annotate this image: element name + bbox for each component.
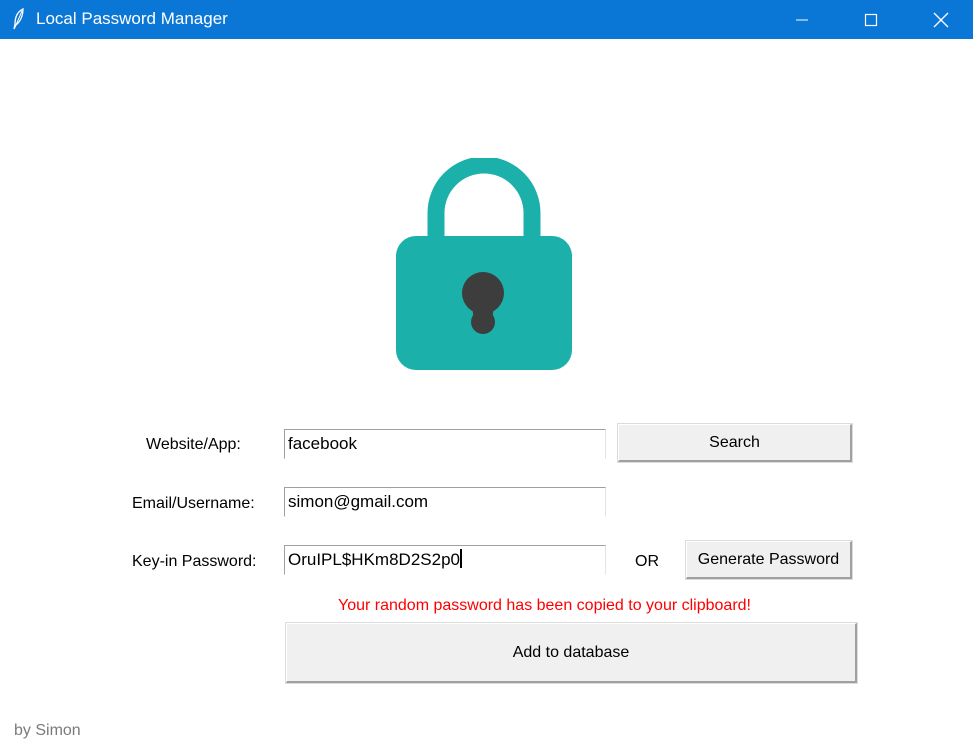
title-bar: Local Password Manager bbox=[0, 0, 973, 39]
credit-text: by Simon bbox=[14, 722, 81, 739]
password-value: OruIPL$HKm8D2S2p0 bbox=[288, 550, 460, 569]
close-icon bbox=[933, 12, 949, 27]
search-button[interactable]: Search bbox=[618, 424, 852, 462]
website-label: Website/App: bbox=[146, 436, 241, 453]
generate-password-label: Generate Password bbox=[697, 550, 840, 568]
close-button[interactable] bbox=[918, 0, 964, 39]
password-label: Key-in Password: bbox=[132, 553, 257, 570]
generate-password-button[interactable]: Generate Password bbox=[686, 541, 852, 579]
window-title: Local Password Manager bbox=[36, 9, 228, 28]
padlock-icon bbox=[396, 158, 572, 370]
website-value: facebook bbox=[288, 434, 357, 453]
maximize-button[interactable] bbox=[848, 0, 894, 39]
text-caret bbox=[459, 549, 462, 568]
status-message: Your random password has been copied to … bbox=[338, 597, 751, 614]
minimize-icon bbox=[796, 19, 808, 20]
add-to-database-label: Add to database bbox=[512, 643, 630, 661]
email-label: Email/Username: bbox=[132, 495, 255, 512]
email-value: simon@gmail.com bbox=[288, 492, 429, 511]
search-button-label: Search bbox=[709, 433, 760, 451]
feather-icon bbox=[13, 8, 24, 30]
minimize-button[interactable] bbox=[779, 0, 825, 39]
or-label: OR bbox=[635, 553, 659, 570]
app-window: Local Password Manager Website/App: face… bbox=[0, 0, 973, 753]
password-input[interactable]: OruIPL$HKm8D2S2p0 bbox=[284, 545, 606, 575]
website-input[interactable]: facebook bbox=[284, 429, 606, 459]
add-to-database-button[interactable]: Add to database bbox=[286, 623, 857, 683]
email-input[interactable]: simon@gmail.com bbox=[284, 487, 606, 517]
maximize-icon bbox=[864, 13, 878, 26]
